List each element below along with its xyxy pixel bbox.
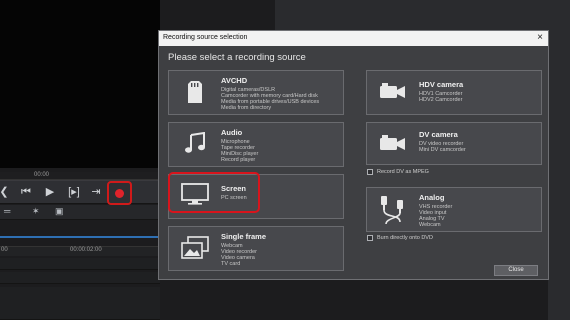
close-button[interactable]: Close <box>494 265 538 276</box>
music-note-icon <box>185 132 205 153</box>
timeline-toolbar <box>0 205 160 220</box>
source-title: Audio <box>221 128 243 137</box>
editor-panel <box>275 0 570 30</box>
source-single-frame-button[interactable]: Single frame Webcam Video recorder Video… <box>168 226 344 271</box>
source-title: DV camera <box>419 130 458 139</box>
skip-forward-icon[interactable]: ⇥ <box>88 185 104 199</box>
record-button[interactable] <box>107 181 132 205</box>
source-audio-button[interactable]: Audio Microphone Tape recorder MiniDisc … <box>168 122 344 167</box>
picture-frames-icon <box>181 236 209 259</box>
burn-dvd-checkbox[interactable] <box>367 235 373 241</box>
video-preview <box>0 0 160 168</box>
timeline-ruler-label: 00 <box>1 247 8 253</box>
source-title: AVCHD <box>221 76 248 85</box>
analog-cable-icon <box>381 196 403 225</box>
source-hdv-camera-button[interactable]: HDV camera HDV1 Camcorder HDV2 Camcorder <box>366 70 542 115</box>
back-icon[interactable]: ❮ <box>0 185 12 199</box>
ruler-time-label: 00:00 <box>34 172 50 178</box>
camcorder-icon <box>380 83 405 98</box>
timeline-track[interactable] <box>0 258 160 270</box>
dialog-title: Recording source selection <box>163 34 248 41</box>
timeline-marker-track <box>0 236 160 238</box>
preview-ruler <box>0 172 160 180</box>
timeline-track[interactable] <box>0 272 160 284</box>
source-desc: HDV2 Camcorder <box>419 97 463 103</box>
source-desc: Media from directory <box>221 105 272 111</box>
close-icon[interactable]: × <box>537 32 543 44</box>
trim-icon[interactable]: ▣ <box>55 206 64 217</box>
source-desc: Record player <box>221 157 256 163</box>
camcorder-icon <box>380 135 405 150</box>
dialog-heading: Please select a recording source <box>168 52 306 63</box>
record-dv-mpeg-label: Record DV as MPEG <box>377 169 429 175</box>
source-desc: Mini DV camcorder <box>419 147 466 153</box>
app-window: 00:00 ❮ ⏮ ▶ [▸] ⇥ ═ ✶ ▣ 00 00:00:02:00 R… <box>0 0 570 320</box>
skip-back-icon[interactable]: ⏮ <box>18 185 34 199</box>
play-icon[interactable]: ▶ <box>42 185 58 199</box>
editor-side-panel <box>548 30 570 320</box>
timeline-track[interactable] <box>0 287 160 320</box>
source-desc: TV card <box>221 261 241 267</box>
effects-icon[interactable]: ✶ <box>32 206 40 217</box>
source-avchd-button[interactable]: AVCHD Digital cameras/DSLR Camcorder wit… <box>168 70 344 115</box>
screen-highlight-annotation <box>168 172 260 213</box>
record-dv-mpeg-checkbox[interactable] <box>367 169 373 175</box>
memory-card-icon <box>188 81 202 103</box>
in-out-icon[interactable]: [▸] <box>66 185 82 199</box>
record-icon <box>115 188 124 198</box>
source-title: HDV camera <box>419 80 464 89</box>
burn-dvd-label: Burn directly onto DVD <box>377 235 433 241</box>
timeline-ruler-label: 00:00:02:00 <box>70 247 102 253</box>
source-title: Analog <box>419 193 445 202</box>
cut-icon[interactable]: ═ <box>4 206 10 216</box>
source-title: Single frame <box>221 232 267 241</box>
source-desc: Webcam <box>419 222 441 228</box>
source-analog-button[interactable]: Analog VHS recorder Video input Analog T… <box>366 187 542 232</box>
recording-source-dialog: Recording source selection × Please sele… <box>158 30 549 280</box>
dialog-titlebar: Recording source selection × <box>159 31 548 46</box>
source-dv-camera-button[interactable]: DV camera DV video recorder Mini DV camc… <box>366 122 542 165</box>
